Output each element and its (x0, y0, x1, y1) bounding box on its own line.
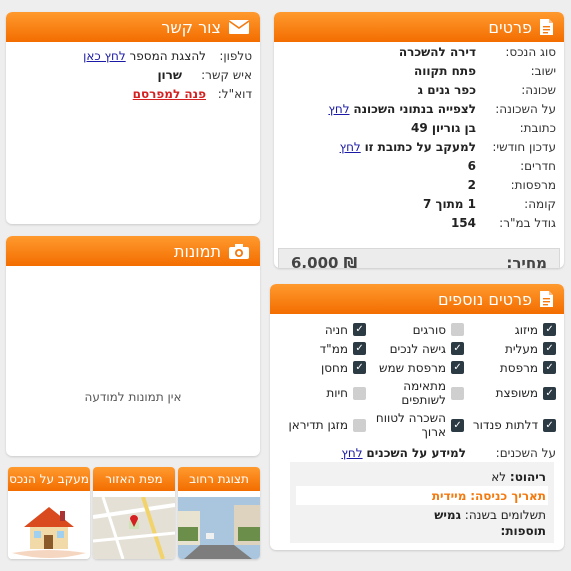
photos-panel: תמונות אין תמונות למודעה (6, 236, 260, 456)
house-icon (8, 497, 90, 559)
envelope-icon (228, 19, 250, 35)
feature-label: מעלית (504, 341, 538, 356)
unchecked-checkbox (353, 418, 366, 432)
details-title: פרטים (488, 17, 532, 37)
camera-icon (228, 243, 250, 260)
detail-row: מרפסות: 2 (467, 177, 556, 192)
checked-checkbox (353, 323, 366, 336)
street-view-thumb[interactable]: תצוגת רחוב (178, 467, 260, 559)
feature-item: מרפסת (472, 358, 556, 377)
unchecked-checkbox (353, 386, 366, 400)
checked-checkbox (543, 342, 556, 355)
feature-item: גישה לנכים (374, 339, 464, 358)
checked-checkbox (543, 361, 556, 374)
contact-person-row: איש קשר: שרון (157, 67, 252, 82)
contact-header: צור קשר (6, 12, 260, 42)
property-tracking-label: מעקב על הנכס (8, 467, 90, 491)
feature-item: משופצת (472, 377, 556, 409)
feature-label: משופצת (495, 386, 538, 400)
feature-item: מחסן (286, 358, 366, 377)
additions-row: תוספות: (500, 524, 546, 538)
feature-item: דלתות פנדור (472, 409, 556, 441)
checked-checkbox (451, 418, 464, 432)
contact-email-row: דוא"ל: פנה למפרסם (132, 86, 252, 101)
price-value: ₪ 6,000 (291, 254, 358, 268)
checked-checkbox (543, 418, 556, 432)
more-details-title: פרטים נוספים (437, 289, 532, 309)
price-label: מחיר: (506, 254, 547, 268)
feature-item: מזגן תדיראן (286, 409, 366, 441)
area-map-label: מפת האזור (93, 467, 175, 491)
photos-title: תמונות (173, 241, 221, 261)
feature-label: השכרה לטווח ארוך (375, 411, 446, 439)
property-tracking-thumb[interactable]: מעקב על הנכס (8, 467, 90, 559)
checked-checkbox (451, 342, 464, 355)
detail-row: על השכונה: לצפייה בנתוני השכונה לחץ (328, 101, 556, 116)
checked-checkbox (353, 361, 366, 374)
show-phone-link[interactable]: לחץ כאן (83, 49, 126, 63)
extra-info-box: ריהוט: לא תאריך כניסה: מיידית תשלומים בש… (290, 462, 554, 543)
feature-label: מתאימה לשותפים (401, 379, 446, 407)
feature-item: מיזוג (472, 320, 556, 339)
detail-row: שכונה: כפר גנים ג (417, 82, 556, 97)
feature-item: השכרה לטווח ארוך (374, 409, 464, 441)
detail-row: ישוב: פתח תקווה (413, 63, 556, 78)
entry-date-row: תאריך כניסה: מיידית (296, 486, 548, 505)
feature-label: ממ"ד (319, 341, 348, 356)
detail-row: קומה: 1 מתוך 7 (422, 196, 556, 211)
checked-checkbox (353, 342, 366, 355)
detail-row: גודל במ"ר: 154 (450, 215, 556, 230)
furniture-row: ריהוט: לא (491, 469, 546, 484)
photos-header: תמונות (6, 236, 260, 266)
details-panel: פרטים סוג הנכס: דירה להשכרה ישוב: פתח תקוו… (274, 12, 564, 268)
unchecked-checkbox (451, 386, 464, 400)
detail-row: חדרים: 6 (467, 158, 556, 173)
more-details-header: פרטים נוספים (270, 284, 564, 314)
area-map-image (93, 497, 175, 559)
feature-item: חיות (286, 377, 366, 409)
no-photos-text: אין תמונות למודעה (84, 390, 182, 404)
feature-label: מרפסת שמש (378, 360, 446, 375)
area-map-thumb[interactable]: מפת האזור (93, 467, 175, 559)
feature-label: מזגן תדיראן (288, 418, 348, 432)
document-icon (539, 18, 554, 36)
detail-row: סוג הנכס: דירה להשכרה (398, 44, 556, 59)
feature-label: מיזוג (514, 322, 538, 337)
feature-label: גישה לנכים (389, 341, 446, 356)
details-header: פרטים (274, 12, 564, 42)
checked-checkbox (451, 361, 464, 374)
neighborhood-link[interactable]: לחץ (328, 102, 349, 116)
checked-checkbox (543, 323, 556, 336)
contact-phone-row: טלפון: להצגת המספר לחץ כאן (83, 48, 252, 63)
contact-title: צור קשר (161, 17, 221, 37)
feature-label: חיות (326, 386, 348, 400)
price-bar: מחיר: ₪ 6,000 (278, 248, 560, 268)
street-view-image (178, 497, 260, 559)
more-details-panel: פרטים נוספים מיזוג סורגים חניה מעלית גישה לנ… (270, 284, 564, 550)
feature-item: חניה (286, 320, 366, 339)
feature-item: ממ"ד (286, 339, 366, 358)
neighbors-link[interactable]: לחץ (341, 446, 362, 460)
street-view-label: תצוגת רחוב (178, 467, 260, 491)
payments-row: תשלומים בשנה: גמיש (434, 507, 546, 522)
unchecked-checkbox (451, 323, 464, 336)
contact-advertiser-link[interactable]: פנה למפרסם (133, 87, 206, 101)
feature-label: חניה (324, 322, 348, 337)
document-icon (539, 290, 554, 308)
feature-label: מרפסת (499, 360, 538, 375)
feature-label: מחסן (320, 360, 348, 375)
contact-panel: צור קשר טלפון: להצגת המספר לחץ כאן איש קש… (6, 12, 260, 224)
neighbors-row: על השכנים: למידע על השכנים לחץ (341, 445, 556, 460)
feature-item: סורגים (374, 320, 464, 339)
feature-label: סורגים (412, 322, 446, 337)
feature-label: דלתות פנדור (472, 418, 538, 432)
detail-row: עדכון חודשי: למעקב על כתובת זו לחץ (339, 139, 556, 154)
feature-item: מעלית (472, 339, 556, 358)
monthly-update-link[interactable]: לחץ (340, 140, 361, 154)
detail-row: כתובת: בן גוריון 49 (411, 120, 556, 135)
checked-checkbox (543, 386, 556, 400)
feature-item: מתאימה לשותפים (374, 377, 464, 409)
feature-item: מרפסת שמש (374, 358, 464, 377)
features-grid: מיזוג סורגים חניה מעלית גישה לנכים ממ"ד מרפסת מ… (270, 314, 564, 441)
